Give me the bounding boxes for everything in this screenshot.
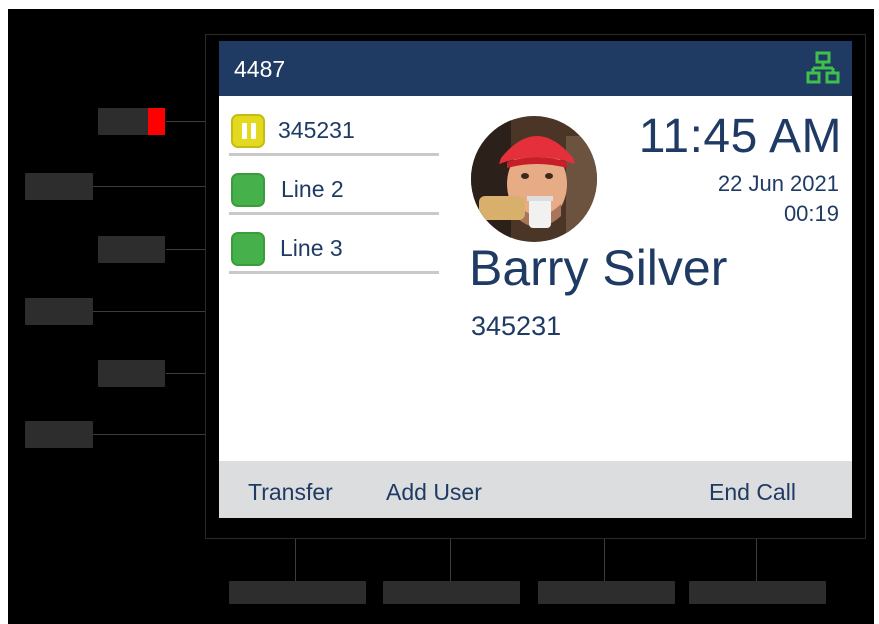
soft-key-3[interactable] [538, 581, 675, 604]
line-key-1-with-message-led[interactable] [98, 108, 165, 135]
clock-date: 22 Jun 2021 [717, 171, 839, 196]
line-label: Line 3 [280, 235, 343, 261]
extension-number: 4487 [234, 56, 286, 82]
status-bar: 4487 [219, 41, 852, 96]
line-status-icon [231, 232, 265, 266]
caller-avatar [471, 116, 597, 242]
line-key-connector [166, 373, 205, 374]
line-divider [229, 212, 439, 215]
line-label: Line 2 [281, 176, 344, 202]
line-divider [229, 271, 439, 274]
network-icon [806, 51, 840, 84]
soft-key-4[interactable] [689, 581, 826, 604]
line-key-4[interactable] [25, 298, 93, 325]
transfer-button[interactable]: Transfer [248, 479, 333, 506]
line-item-3[interactable]: Line 3 [229, 224, 439, 274]
line-key-connector [93, 434, 205, 435]
end-call-button[interactable]: End Call [709, 479, 796, 506]
caller-number: 345231 [471, 311, 562, 341]
soft-key-connector [604, 538, 605, 581]
soft-key-1[interactable] [229, 581, 366, 604]
add-user-button[interactable]: Add User [386, 479, 482, 506]
soft-key-connector [756, 538, 757, 581]
softkey-bar: Transfer Add User End Call [219, 461, 852, 518]
clock-time: 11:45 AM [638, 110, 842, 163]
line-item-2[interactable]: Line 2 [229, 165, 439, 215]
line-status-icon [231, 173, 265, 207]
phone-screen: 4487 345231 Line 2 Line 3 11:45 AM 22 Ju… [219, 41, 852, 518]
line-item-1[interactable]: 345231 [229, 106, 439, 156]
soft-key-2[interactable] [383, 581, 520, 604]
line-key-2[interactable] [25, 173, 93, 200]
soft-key-connector [450, 538, 451, 581]
line-key-connector [93, 311, 205, 312]
pause-icon [231, 114, 265, 148]
line-divider [229, 153, 439, 156]
soft-key-connector [295, 538, 296, 581]
caller-name: Barry Silver [469, 240, 728, 296]
line-key-connector [93, 186, 205, 187]
call-duration: 00:19 [783, 201, 839, 226]
line-key-5[interactable] [98, 360, 165, 387]
line-label: 345231 [278, 117, 355, 143]
line-key-connector [166, 249, 205, 250]
line-key-6[interactable] [25, 421, 93, 448]
line-key-3[interactable] [98, 236, 165, 263]
line-key-connector [166, 121, 205, 122]
